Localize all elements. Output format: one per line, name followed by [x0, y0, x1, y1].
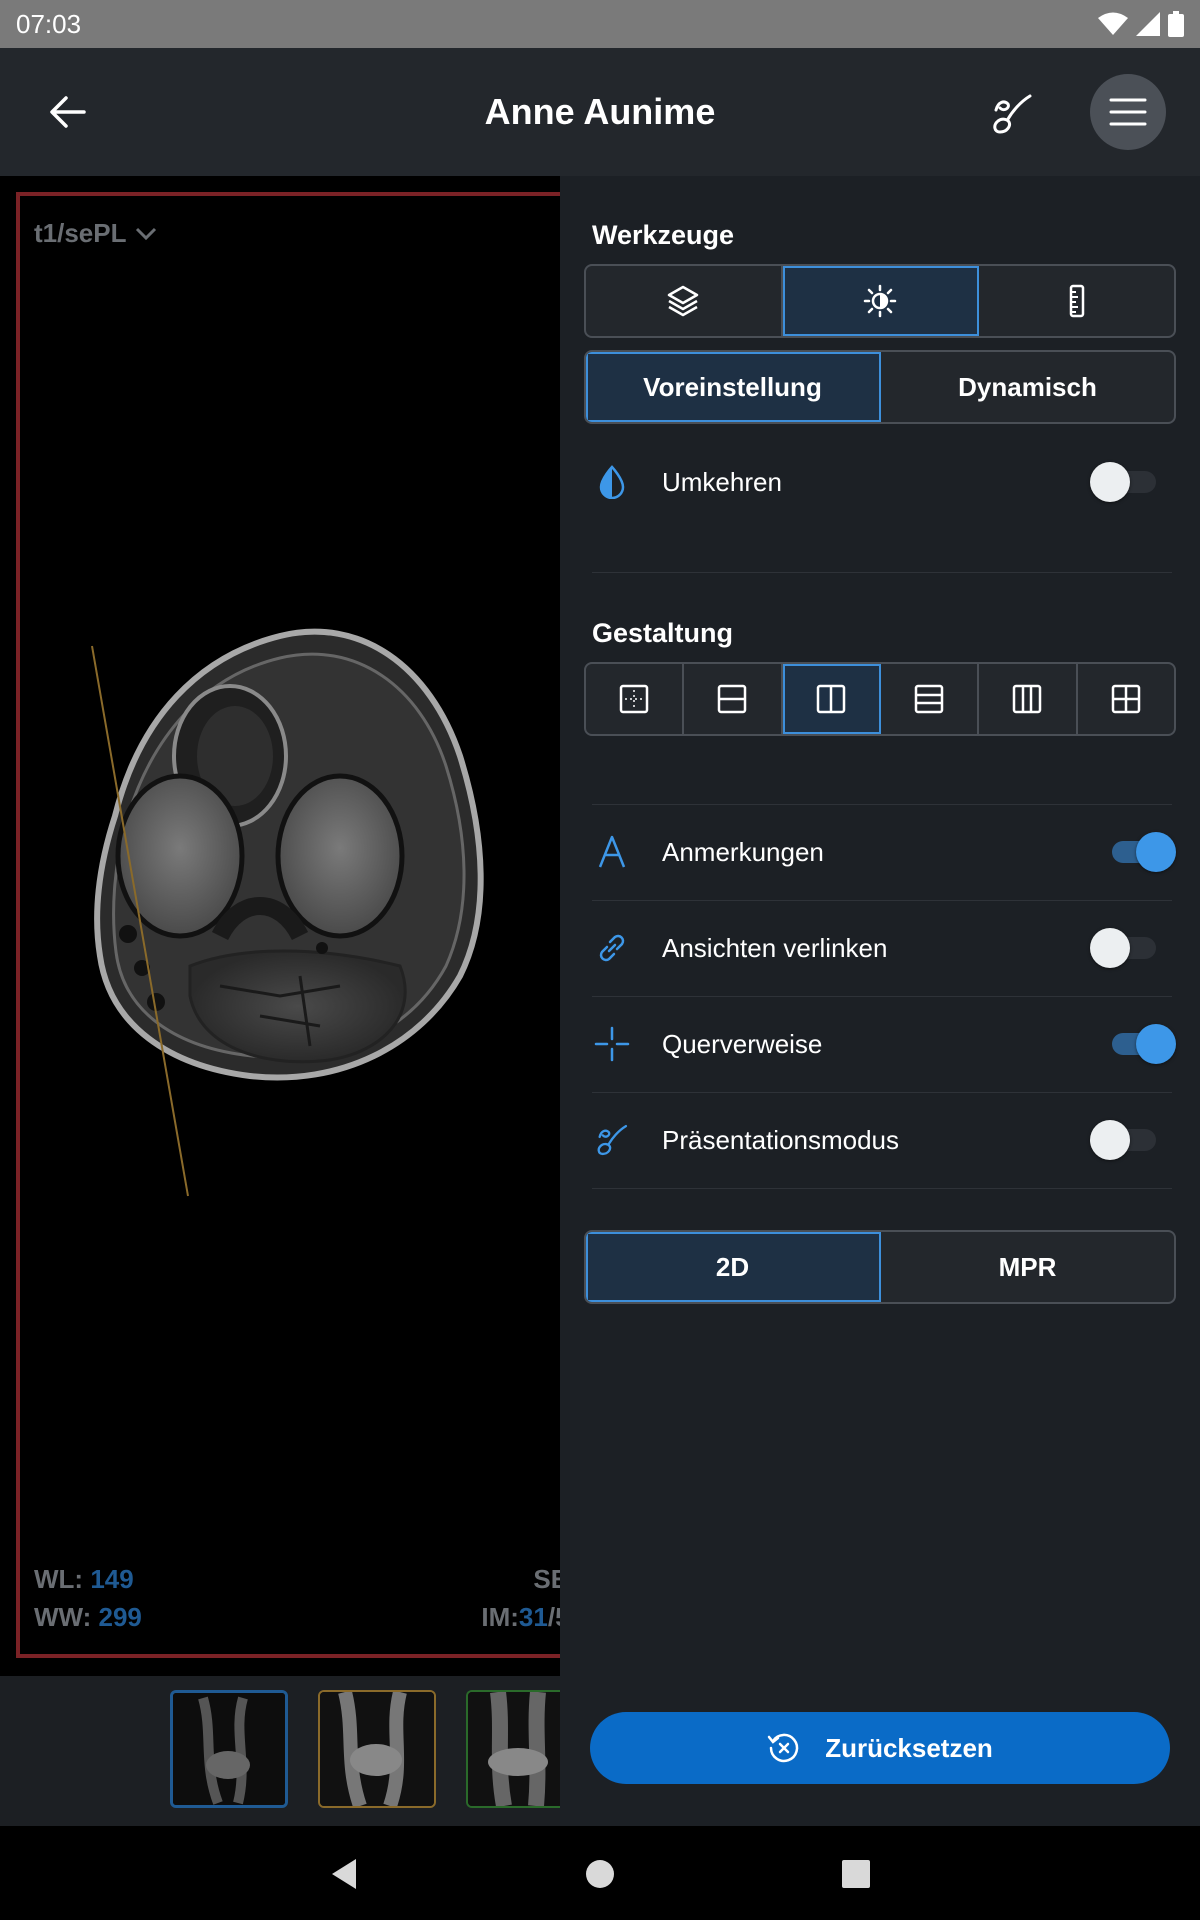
layout-cols-3-icon — [1013, 684, 1042, 714]
ww-value: 299 — [98, 1602, 142, 1632]
presentation-mode-label: Präsentationsmodus — [662, 1124, 900, 1155]
presentation-mode-toggle[interactable] — [1090, 1120, 1156, 1160]
viewport[interactable]: t1/sePL WL: 149 WW: 299 SE IM:31 — [16, 192, 576, 1658]
wifi-icon — [1098, 12, 1128, 35]
annotations-label: Anmerkungen — [662, 836, 824, 867]
thumbnail-image — [173, 1693, 285, 1805]
ruler-icon — [1069, 284, 1084, 318]
tool-tabs — [584, 264, 1176, 338]
ww-row: WW: 299 — [34, 1602, 142, 1632]
annotation-icon — [592, 832, 632, 872]
reset-button[interactable]: Zurücksetzen — [590, 1712, 1170, 1784]
thumbnail-3[interactable] — [466, 1690, 560, 1808]
mri-image — [91, 628, 484, 1197]
circle-home-icon — [586, 1860, 614, 1888]
cross-reference-row[interactable]: Querverweise — [592, 996, 1176, 1092]
invert-icon — [592, 462, 632, 502]
cross-reference-toggle[interactable] — [1106, 1024, 1176, 1064]
app-bar: Anne Aunime — [0, 48, 1200, 176]
presentation-mode-row[interactable]: Präsentationsmodus — [592, 1092, 1172, 1188]
im-value: 31 — [518, 1602, 548, 1632]
layout-grid-4[interactable] — [1078, 664, 1174, 734]
tab-mpr[interactable]: MPR — [881, 1232, 1174, 1302]
tab-2d[interactable]: 2D — [586, 1232, 881, 1302]
brightness-icon — [863, 284, 897, 318]
layout-tabs — [584, 662, 1176, 736]
signal-icon — [1136, 12, 1160, 36]
view-mode-tabs: 2D MPR — [584, 1230, 1176, 1304]
layout-cols-2[interactable] — [782, 664, 881, 734]
layout-rows-2[interactable] — [684, 664, 783, 734]
triangle-back-icon — [332, 1859, 356, 1889]
layout-single-icon — [619, 684, 649, 714]
wl-value: 149 — [90, 1564, 134, 1594]
annotations-row[interactable]: Anmerkungen — [592, 804, 1176, 900]
cross-reference-label: Querverweise — [662, 1028, 823, 1059]
layers-icon — [668, 285, 699, 317]
square-recents-icon — [842, 1860, 870, 1888]
reset-icon — [767, 1733, 799, 1763]
layout-grid-4-icon — [1111, 684, 1141, 714]
hamburger-icon — [1109, 98, 1147, 126]
tab-brightness[interactable] — [782, 266, 980, 336]
invert-toggle[interactable] — [1090, 462, 1156, 502]
invert-row[interactable]: Umkehren — [592, 434, 1172, 530]
brush-icon — [592, 1120, 632, 1160]
layout-title: Gestaltung — [592, 618, 734, 648]
tools-panel: Werkzeuge Voreinstellung Dynamisch Umkeh… — [560, 176, 1200, 1826]
status-time: 07:03 — [16, 8, 82, 39]
nav-home-button[interactable] — [578, 1852, 622, 1896]
presentation-mode-button[interactable] — [986, 88, 1038, 140]
reset-label: Zurücksetzen — [825, 1732, 993, 1763]
thumbnail-image — [320, 1692, 434, 1806]
link-views-toggle[interactable] — [1090, 928, 1156, 968]
tools-title: Werkzeuge — [592, 220, 735, 250]
link-icon — [592, 928, 632, 968]
thumbnail-1[interactable] — [170, 1690, 288, 1808]
tab-layers[interactable] — [586, 266, 783, 336]
status-bar: 07:03 — [0, 0, 1200, 48]
nav-back-button[interactable] — [322, 1852, 366, 1896]
divider — [592, 572, 1172, 573]
layout-cols-3[interactable] — [979, 664, 1078, 734]
link-views-row[interactable]: Ansichten verlinken — [592, 900, 1172, 996]
window-level-overlay: WL: 149 WW: 299 — [34, 1560, 142, 1636]
layout-cols-2-icon — [816, 684, 846, 714]
system-icons — [1098, 11, 1184, 37]
layout-single[interactable] — [586, 664, 685, 734]
mode-tabs: Voreinstellung Dynamisch — [584, 350, 1176, 424]
invert-label: Umkehren — [662, 466, 782, 497]
tab-measure[interactable] — [979, 266, 1174, 336]
layout-rows-2-icon — [718, 684, 747, 714]
menu-button[interactable] — [1090, 74, 1166, 150]
system-nav-bar — [0, 1826, 1200, 1920]
layout-rows-3-icon — [914, 684, 944, 714]
tab-preset[interactable]: Voreinstellung — [586, 352, 881, 422]
image-viewer: t1/sePL WL: 149 WW: 299 SE IM:31 — [0, 176, 576, 1826]
nav-recents-button[interactable] — [834, 1852, 878, 1896]
thumbnail-strip — [0, 1676, 560, 1826]
brush-icon — [993, 94, 1032, 134]
layout-rows-3[interactable] — [881, 664, 980, 734]
thumbnail-2[interactable] — [318, 1690, 436, 1808]
tab-dynamic[interactable]: Dynamisch — [881, 352, 1174, 422]
wl-row: WL: 149 — [34, 1564, 134, 1594]
battery-icon — [1168, 11, 1184, 37]
annotations-toggle[interactable] — [1106, 832, 1176, 872]
link-views-label: Ansichten verlinken — [662, 932, 888, 963]
divider — [592, 1188, 1172, 1189]
crosshair-icon — [592, 1024, 632, 1064]
thumbnail-image — [468, 1692, 560, 1806]
